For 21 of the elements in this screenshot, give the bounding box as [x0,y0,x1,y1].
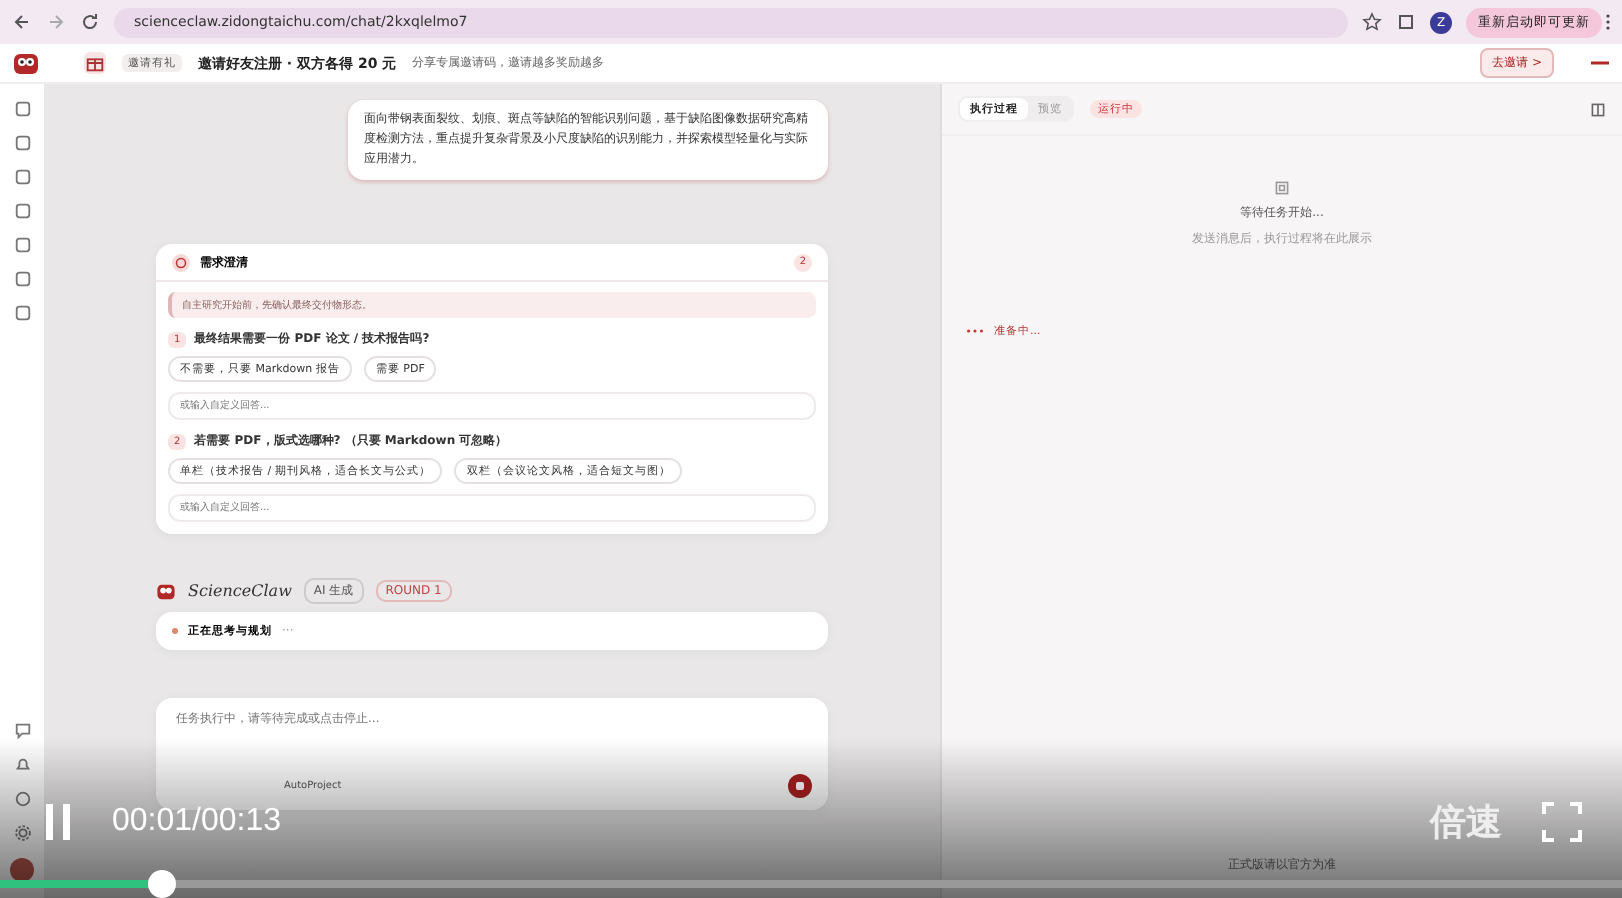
status-dot-icon [172,628,178,634]
document-icon [1274,180,1290,196]
mascot-logo-icon [12,49,40,77]
minus-icon[interactable] [1590,60,1610,66]
video-time: 00:01/00:13 [112,804,282,840]
bell-icon[interactable] [13,756,31,774]
star-icon[interactable] [1362,12,1382,32]
progress-track[interactable] [0,870,1622,898]
loading-dots-icon [966,328,984,334]
settings-icon[interactable] [13,824,31,842]
extensions-icon[interactable] [1396,12,1416,32]
assistant-name: ScienceClaw [188,582,292,600]
chat-icon[interactable] [13,722,31,740]
pause-icon[interactable] [44,802,72,842]
panel-toggle-icon[interactable] [1590,101,1606,117]
user-avatar[interactable] [10,858,34,882]
fullscreen-icon[interactable] [1542,802,1582,842]
back-icon[interactable] [12,12,32,32]
mascot-logo-icon [156,581,176,601]
reload-icon[interactable] [80,12,100,32]
stop-button[interactable] [788,774,812,798]
